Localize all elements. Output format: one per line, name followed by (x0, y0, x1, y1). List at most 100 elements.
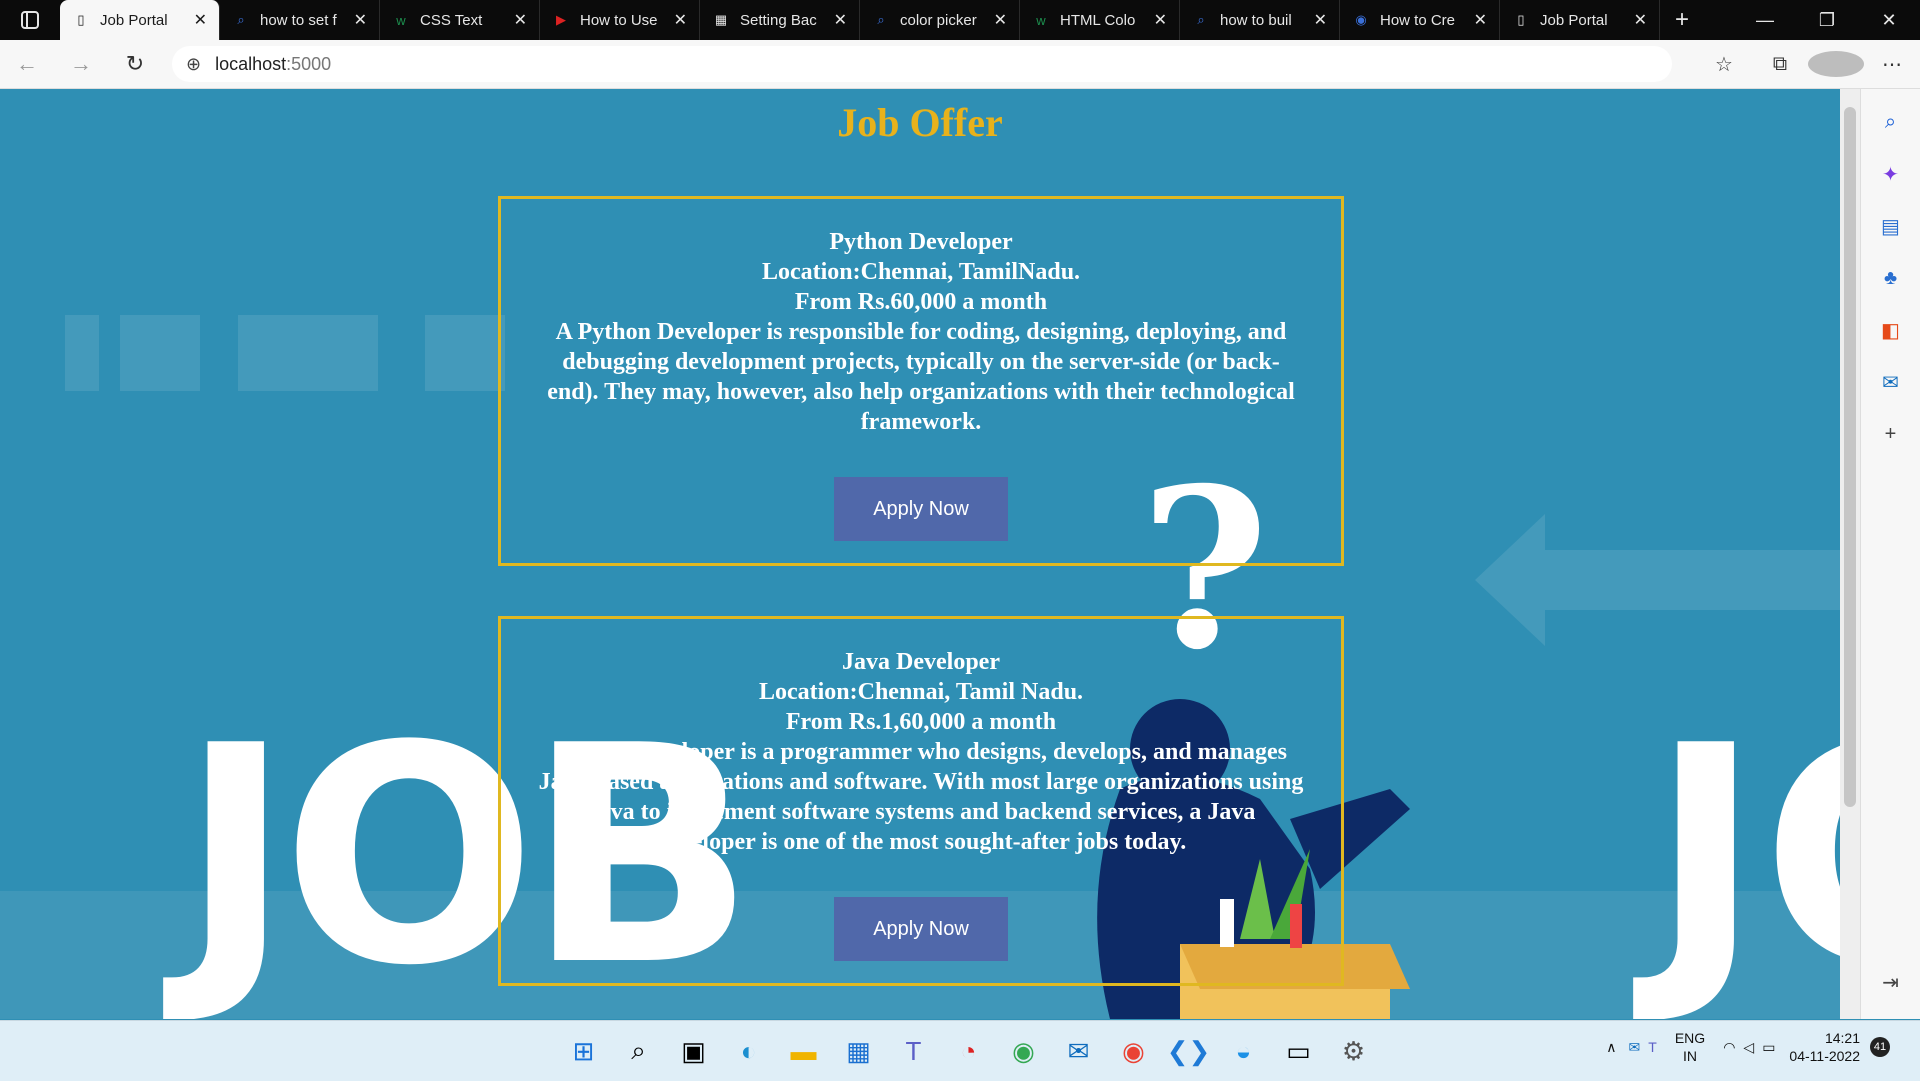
tab[interactable]: ▶ How to Use ✕ (540, 0, 700, 40)
refresh-icon[interactable]: ↻ (108, 40, 162, 88)
profile-button[interactable] (1808, 51, 1864, 77)
video-icon: ▶ (556, 12, 566, 27)
copilot-icon[interactable]: ✦ (1876, 159, 1906, 189)
close-window-icon[interactable]: ✕ (1858, 0, 1920, 40)
clock[interactable]: 14:21 04-11-2022 (1789, 1029, 1860, 1065)
close-tab-icon[interactable]: ✕ (674, 10, 687, 30)
address-bar-row: ← → ↻ ⊕ localhost:5000 ☆ ⧉ ⋯ (0, 40, 1920, 89)
forward-icon[interactable]: → (54, 40, 108, 88)
tab[interactable]: ◉ How to Cre ✕ (1340, 0, 1500, 40)
chevron-up-icon[interactable]: ∧ (1606, 1039, 1616, 1056)
windows-start-icon[interactable]: ⊞ (556, 1031, 611, 1071)
outlook-tray-icon[interactable]: ✉ (1629, 1039, 1641, 1056)
globe-icon: ◉ (1355, 12, 1367, 27)
close-tab-icon[interactable]: ✕ (1634, 10, 1647, 30)
language-indicator[interactable]: ENG IN (1675, 1029, 1705, 1065)
volume-icon[interactable]: ◁ (1743, 1039, 1754, 1056)
tab[interactable]: w HTML Colo ✕ (1020, 0, 1180, 40)
search-icon: ⌕ (1197, 12, 1205, 27)
search-icon: ⌕ (877, 12, 885, 27)
job-location: Location:Chennai, Tamil Nadu. (758, 679, 1084, 705)
add-icon[interactable]: + (1876, 419, 1906, 449)
page-viewport: JOB JO ? Job Offer Python Developer Loca… (0, 89, 1840, 1019)
chrome-profile-icon[interactable]: ◉ (1106, 1031, 1161, 1071)
tab-bar: ▯ Job Portal ✕ ⌕ how to set f ✕ w CSS Text ✕… (0, 0, 1920, 40)
page-icon: ▯ (1517, 12, 1525, 27)
window-controls: — ❐ ✕ (1734, 0, 1920, 40)
tab-job-portal[interactable]: ▯ Job Portal ✕ (60, 0, 220, 40)
teams-tray-icon[interactable]: T (1648, 1039, 1657, 1055)
job-title: Python Developer (829, 229, 1013, 255)
bg-shape (120, 315, 200, 391)
tab[interactable]: w CSS Text ✕ (380, 0, 540, 40)
apply-now-button[interactable]: Apply Now (834, 897, 1008, 961)
taskbar: ⊞ ⌕ ▣ ◐ ▬ ▦ T ◔ ◉ ✉ ◉ ❮❯ ◒ ▭ ⚙ ∧ ✉ T ENG… (0, 1020, 1920, 1081)
shopping-icon[interactable]: ▤ (1876, 211, 1906, 241)
task-view-icon[interactable]: ▣ (666, 1031, 721, 1071)
site-icon: ▦ (714, 12, 728, 27)
sidebar-toggle-icon[interactable]: ⇥ (1876, 967, 1906, 997)
collections-icon[interactable]: ⧉ (1752, 53, 1808, 76)
edge-icon[interactable]: ◐ (721, 1031, 776, 1071)
tab-actions-icon[interactable] (0, 0, 60, 40)
job-location: Location:Chennai, TamilNadu. (761, 259, 1081, 285)
tab[interactable]: ⌕ color picker ✕ (860, 0, 1020, 40)
outlook-icon[interactable]: ✉ (1051, 1031, 1106, 1071)
page-icon: ▯ (77, 12, 85, 27)
wifi-icon[interactable]: ◠ (1723, 1039, 1735, 1056)
tab[interactable]: ⌕ how to buil ✕ (1180, 0, 1340, 40)
file-explorer-icon[interactable]: ▬ (776, 1031, 831, 1071)
search-icon: ⌕ (237, 12, 245, 27)
background-job-text-right: JO (1650, 682, 1840, 1019)
system-tray: ∧ ✉ T ENG IN ◠ ◁ ▭ 14:21 04-11-2022 41 (1606, 1029, 1890, 1065)
office-icon[interactable]: ◧ (1876, 315, 1906, 345)
apply-now-button[interactable]: Apply Now (834, 477, 1008, 541)
tab[interactable]: ⌕ how to set f ✕ (220, 0, 380, 40)
new-tab-button[interactable]: + (1660, 0, 1704, 40)
search-icon[interactable]: ⌕ (611, 1031, 666, 1071)
tab[interactable]: ▯ Job Portal ✕ (1500, 0, 1660, 40)
chrome-icon[interactable]: ◉ (996, 1031, 1051, 1071)
outlook-icon[interactable]: ✉ (1876, 367, 1906, 397)
job-salary: From Rs.1,60,000 a month (785, 709, 1057, 735)
url-field[interactable]: ⊕ localhost:5000 (172, 46, 1672, 82)
close-tab-icon[interactable]: ✕ (1474, 10, 1487, 30)
close-tab-icon[interactable]: ✕ (1154, 10, 1167, 30)
job-description: A Java Developer is a programmer who des… (538, 739, 1304, 855)
job-salary: From Rs.60,000 a month (794, 289, 1048, 315)
store-icon[interactable]: ▦ (831, 1031, 886, 1071)
notification-badge[interactable]: 41 (1870, 1037, 1890, 1057)
bg-shape (238, 315, 378, 391)
tab[interactable]: ▦ Setting Bac ✕ (700, 0, 860, 40)
w3-icon: w (396, 12, 406, 28)
teams-icon[interactable]: T (886, 1031, 941, 1071)
minimize-icon[interactable]: — (1734, 0, 1796, 40)
close-tab-icon[interactable]: ✕ (994, 10, 1007, 30)
close-tab-icon[interactable]: ✕ (834, 10, 847, 30)
arrow-shape (1475, 514, 1840, 646)
globe-icon: ⊕ (186, 53, 202, 74)
restore-icon[interactable]: ❐ (1796, 0, 1858, 40)
battery-icon[interactable]: ▭ (1762, 1039, 1775, 1056)
vscode-icon[interactable]: ❮❯ (1161, 1031, 1216, 1071)
opera-icon[interactable]: ◔ (941, 1031, 996, 1071)
bg-shape (425, 315, 505, 391)
favorites-icon[interactable]: ☆ (1696, 52, 1752, 77)
close-tab-icon[interactable]: ✕ (194, 10, 207, 30)
scrollbar-thumb[interactable] (1844, 107, 1856, 807)
job-card-python: Python Developer Location:Chennai, Tamil… (498, 196, 1344, 566)
close-tab-icon[interactable]: ✕ (514, 10, 527, 30)
terminal-icon[interactable]: ▭ (1271, 1031, 1326, 1071)
close-tab-icon[interactable]: ✕ (354, 10, 367, 30)
page-title: Job Offer (837, 100, 1003, 145)
edge-sidebar: ⌕ ✦ ▤ ♣ ◧ ✉ + ⇥ (1860, 89, 1920, 1019)
close-tab-icon[interactable]: ✕ (1314, 10, 1327, 30)
search-icon[interactable]: ⌕ (1876, 107, 1906, 137)
settings-icon[interactable]: ⚙ (1326, 1031, 1381, 1071)
scrollbar[interactable] (1840, 89, 1860, 1019)
more-icon[interactable]: ⋯ (1864, 52, 1920, 77)
avatar (1808, 51, 1864, 77)
games-icon[interactable]: ♣ (1876, 263, 1906, 293)
docker-icon[interactable]: ◒ (1216, 1031, 1271, 1071)
back-icon[interactable]: ← (0, 40, 54, 88)
